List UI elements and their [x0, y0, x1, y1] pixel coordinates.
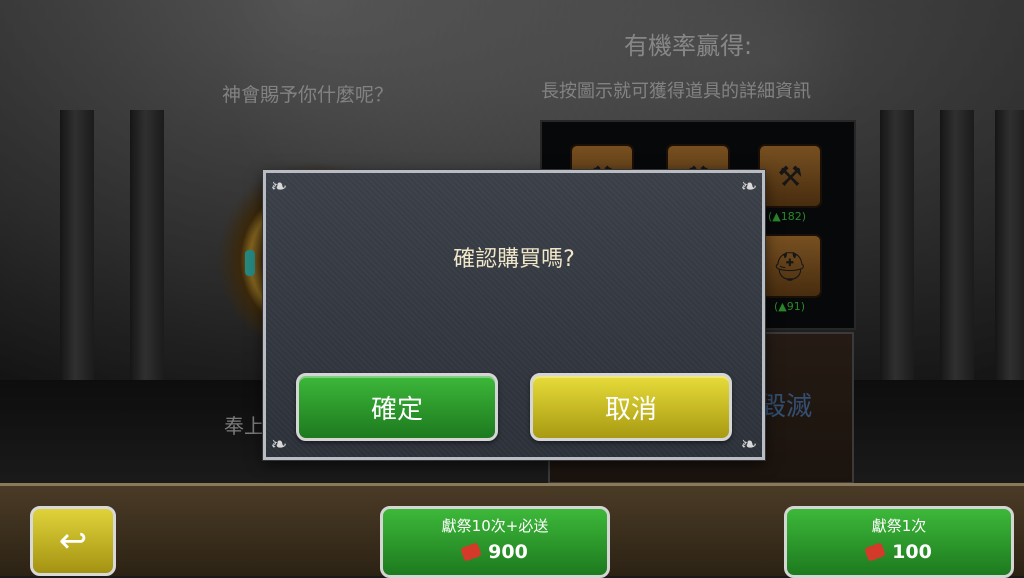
offer-10-cost-value: 900 — [488, 541, 528, 563]
cancel-button[interactable]: 取消 — [530, 373, 732, 441]
corner-ornament-icon: ❧ — [740, 432, 758, 456]
offer-10-cost: 900 — [383, 541, 607, 563]
corner-ornament-icon: ❧ — [740, 174, 758, 198]
corner-ornament-icon: ❧ — [270, 432, 288, 456]
dialog-title: 確認購買嗎? — [453, 247, 575, 272]
offer-1-button[interactable]: 獻祭1次 100 — [784, 506, 1014, 578]
ruby-icon — [864, 542, 887, 562]
back-button[interactable]: ↩ — [30, 506, 116, 576]
back-arrow-icon: ↩ — [58, 521, 88, 561]
offer-1-cost-value: 100 — [892, 541, 932, 563]
confirm-purchase-dialog: ❧ ❧ ❧ ❧ 確認購買嗎? 確定 取消 — [263, 170, 765, 460]
offer-1-label: 獻祭1次 — [871, 517, 927, 535]
ruby-icon — [460, 542, 483, 562]
confirm-button[interactable]: 確定 — [296, 373, 498, 441]
offer-10-button[interactable]: 獻祭10次+必送 900 — [380, 506, 610, 578]
offer-10-label: 獻祭10次+必送 — [441, 517, 549, 535]
offer-1-cost: 100 — [787, 541, 1011, 563]
corner-ornament-icon: ❧ — [270, 174, 288, 198]
